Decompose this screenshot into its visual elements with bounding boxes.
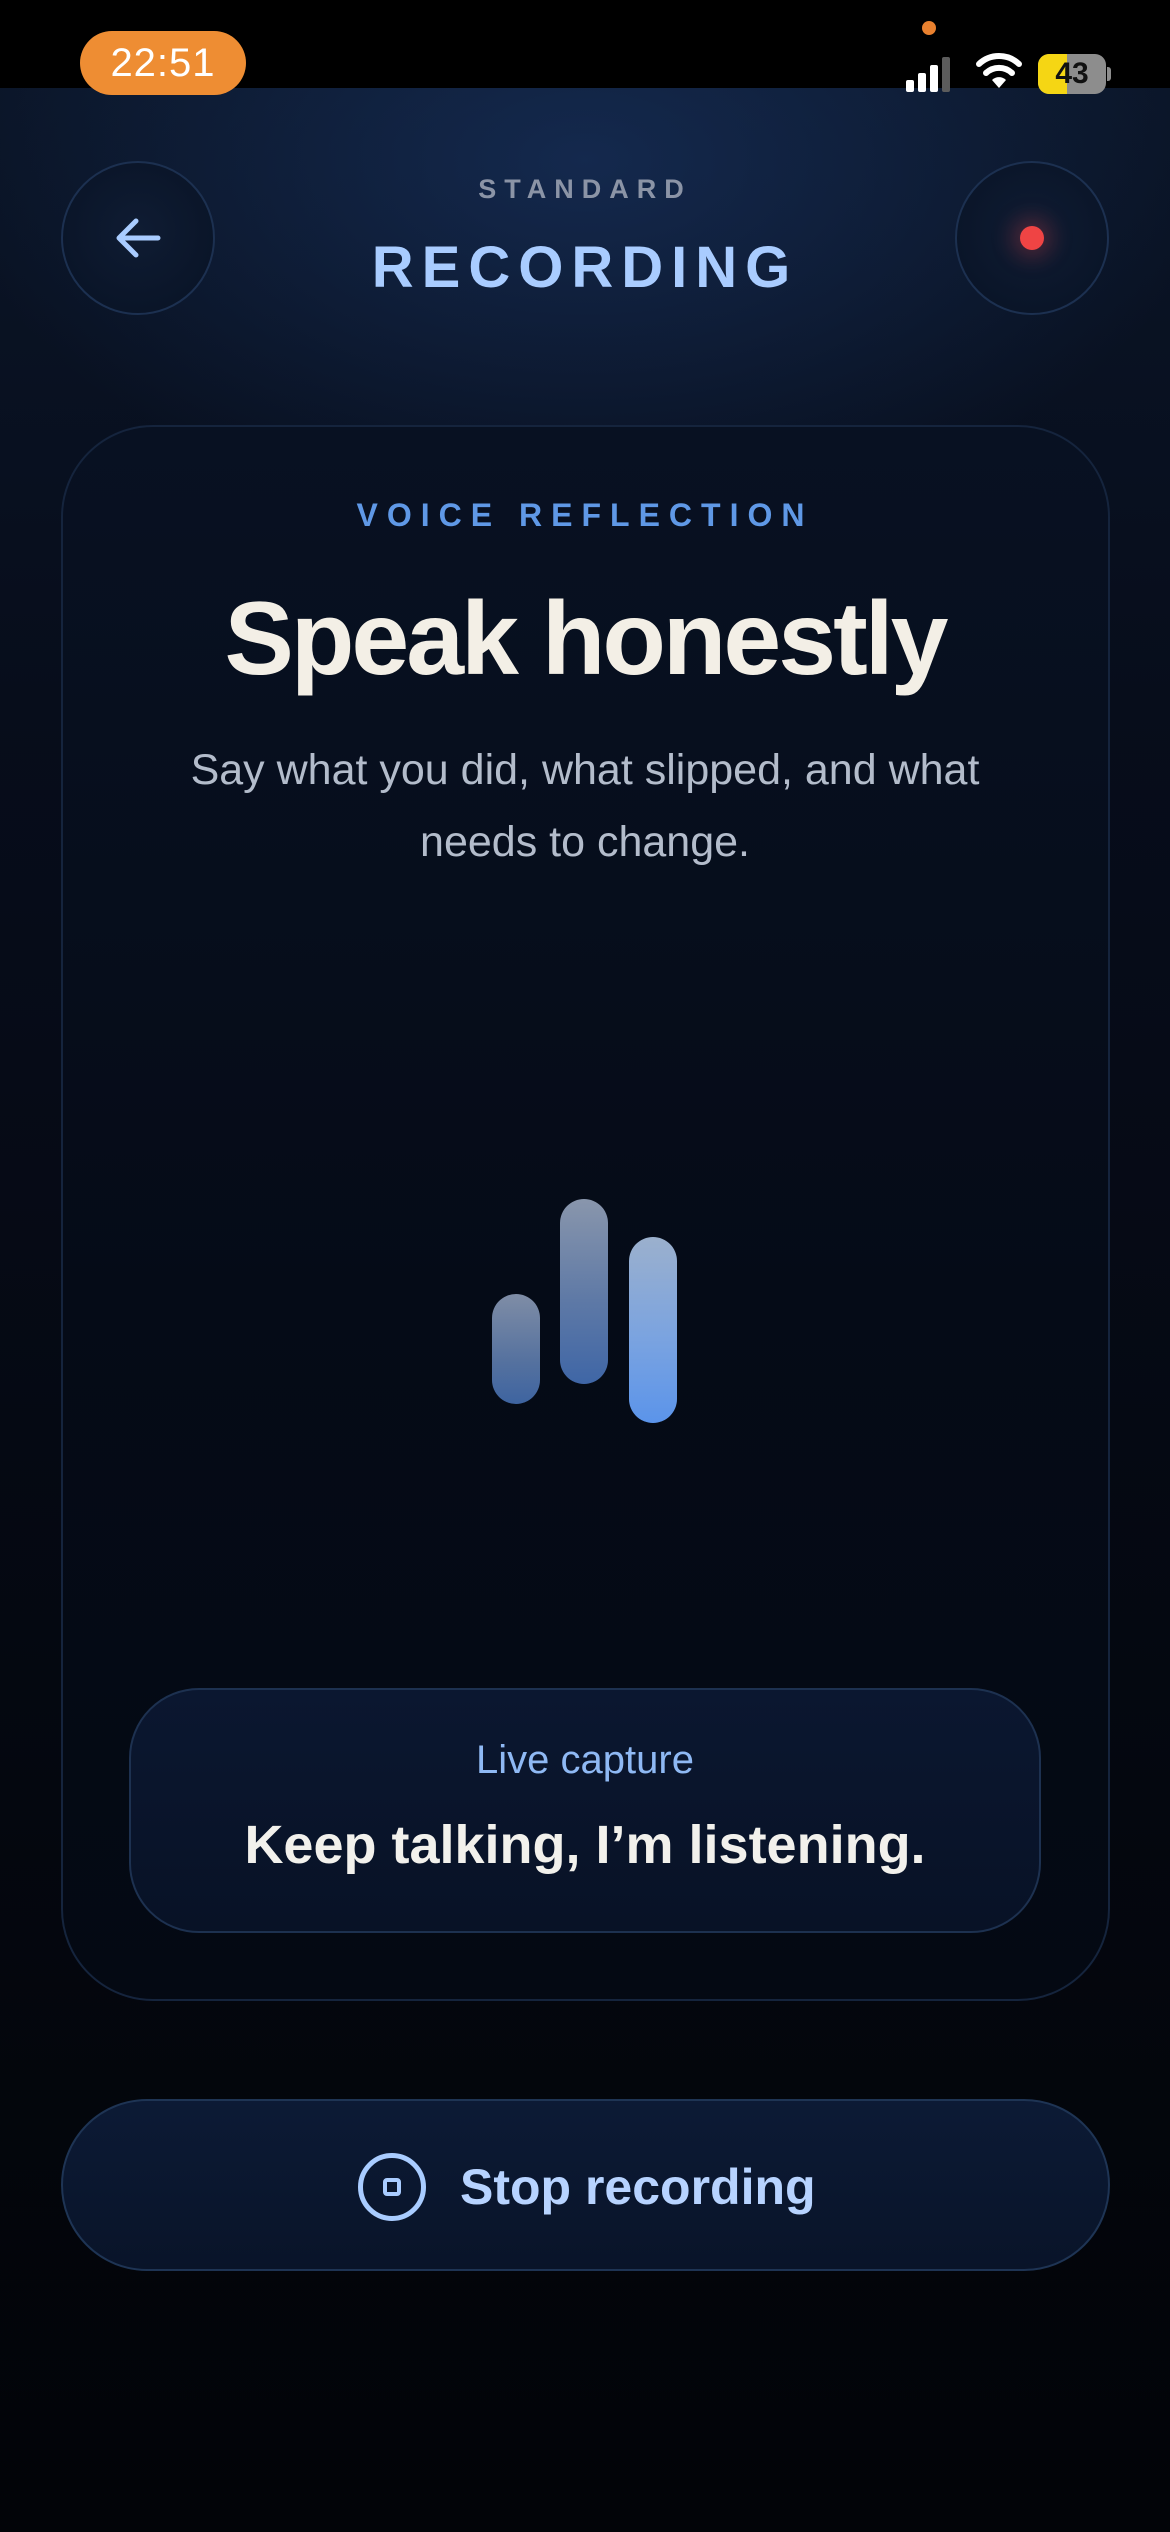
- waveform-bar: [629, 1237, 677, 1423]
- stop-recording-label[interactable]: Stop recording: [460, 2158, 816, 2216]
- card-subtitle: Say what you did, what slipped, and what…: [190, 746, 980, 866]
- card-title: Speak honestly: [224, 581, 949, 697]
- recording-screen: 22:51 43 STANDARD RECORDING VOICE REFLEC…: [0, 0, 1170, 2532]
- stop-circle-icon[interactable]: [358, 2153, 426, 2221]
- card-eyebrow: VOICE REFLECTION: [356, 497, 814, 533]
- wifi-icon: [976, 53, 1022, 88]
- record-dot-icon: [1020, 226, 1044, 250]
- live-capture-label: Live capture: [476, 1738, 694, 1782]
- mic-privacy-indicator-icon: [922, 21, 936, 35]
- battery-icon: 43: [1038, 54, 1111, 94]
- battery-level: 43: [1055, 57, 1089, 90]
- live-capture-panel: [129, 1688, 1041, 1933]
- signal-icon: [906, 57, 950, 92]
- waveform-bar: [560, 1199, 608, 1384]
- status-bar: 22:51 43: [0, 0, 1170, 95]
- live-capture-text: Keep talking, I’m listening.: [244, 1815, 926, 1875]
- waveform-bar: [492, 1294, 540, 1404]
- recording-indicator[interactable]: [955, 161, 1109, 315]
- status-time[interactable]: 22:51: [80, 31, 246, 95]
